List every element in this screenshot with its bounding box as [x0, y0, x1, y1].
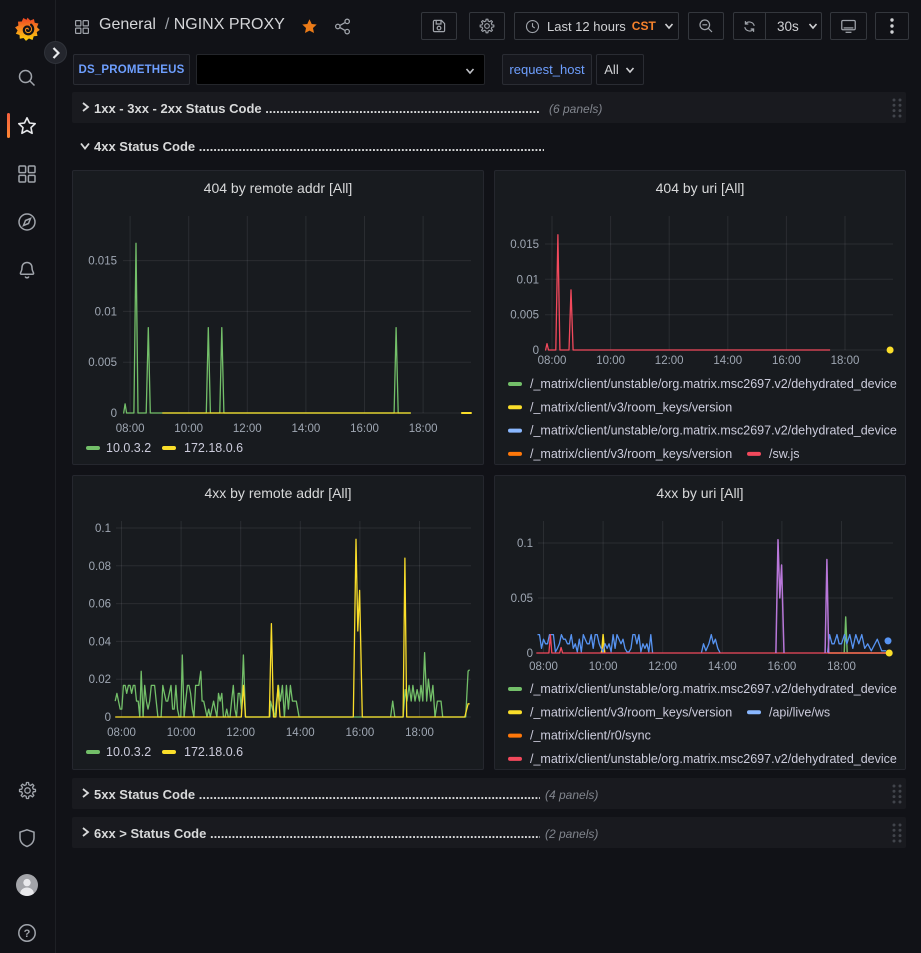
svg-text:0.08: 0.08	[89, 561, 111, 573]
svg-text:12:00: 12:00	[233, 423, 262, 435]
svg-text:/sw.js: /sw.js	[769, 447, 800, 461]
svg-text:0.01: 0.01	[517, 274, 539, 286]
svg-text:/_matrix/client/v3/room_keys/v: /_matrix/client/v3/room_keys/version	[530, 447, 732, 461]
svg-text:16:00: 16:00	[768, 661, 797, 673]
svg-text:0.02: 0.02	[89, 674, 111, 686]
svg-text:?: ?	[24, 928, 31, 940]
svg-text:12:00: 12:00	[648, 661, 677, 673]
svg-text:14:00: 14:00	[708, 661, 737, 673]
svg-text:12:00: 12:00	[226, 727, 255, 739]
svg-text:172.18.0.6: 172.18.0.6	[184, 441, 243, 455]
svg-text:4xx by remote addr [All]: 4xx by remote addr [All]	[204, 485, 351, 501]
svg-text:/_matrix/client/unstable/org.m: /_matrix/client/unstable/org.matrix.msc2…	[530, 377, 897, 391]
svg-text:/_matrix/client/r0/sync: /_matrix/client/r0/sync	[530, 729, 651, 743]
svg-text:0.015: 0.015	[88, 256, 117, 268]
svg-text:0.01: 0.01	[95, 306, 117, 318]
svg-text:0: 0	[105, 712, 111, 724]
svg-text:12:00: 12:00	[655, 355, 684, 367]
svg-text:4xx by uri [All]: 4xx by uri [All]	[656, 485, 743, 501]
svg-text:/_matrix/client/unstable/org.m: /_matrix/client/unstable/org.matrix.msc2…	[530, 682, 897, 696]
svg-text:10:00: 10:00	[174, 423, 203, 435]
svg-text:0.04: 0.04	[89, 636, 112, 648]
svg-text:10.0.3.2: 10.0.3.2	[106, 745, 151, 759]
svg-text:08:00: 08:00	[116, 423, 145, 435]
svg-text:/_matrix/client/v3/room_keys/v: /_matrix/client/v3/room_keys/version	[530, 400, 732, 414]
svg-text:10:00: 10:00	[596, 355, 625, 367]
svg-text:0.015: 0.015	[510, 239, 539, 251]
svg-text:/_matrix/client/v3/room_keys/v: /_matrix/client/v3/room_keys/version	[530, 705, 732, 719]
svg-text:404 by remote addr [All]: 404 by remote addr [All]	[204, 180, 353, 196]
svg-text:404 by uri [All]: 404 by uri [All]	[656, 180, 745, 196]
svg-text:/_matrix/client/unstable/org.m: /_matrix/client/unstable/org.matrix.msc2…	[530, 752, 897, 766]
svg-text:08:00: 08:00	[538, 355, 567, 367]
svg-text:14:00: 14:00	[286, 727, 315, 739]
svg-text:0.005: 0.005	[510, 310, 539, 322]
svg-text:18:00: 18:00	[405, 727, 434, 739]
svg-text:0.06: 0.06	[89, 599, 111, 611]
svg-text:0.05: 0.05	[511, 593, 533, 605]
svg-text:0.1: 0.1	[517, 538, 533, 550]
svg-text:18:00: 18:00	[827, 661, 856, 673]
svg-text:172.18.0.6: 172.18.0.6	[184, 745, 243, 759]
svg-text:14:00: 14:00	[292, 423, 321, 435]
svg-text:0: 0	[527, 648, 533, 660]
svg-text:16:00: 16:00	[346, 727, 375, 739]
svg-text:0.005: 0.005	[88, 357, 117, 369]
svg-text:18:00: 18:00	[409, 423, 438, 435]
svg-text:18:00: 18:00	[831, 355, 860, 367]
svg-text:0: 0	[111, 408, 117, 420]
svg-text:0.1: 0.1	[95, 523, 111, 535]
svg-text:10:00: 10:00	[167, 727, 196, 739]
svg-text:10:00: 10:00	[589, 661, 618, 673]
svg-text:/api/live/ws: /api/live/ws	[769, 705, 830, 719]
svg-text:08:00: 08:00	[529, 661, 558, 673]
svg-text:10.0.3.2: 10.0.3.2	[106, 441, 151, 455]
svg-text:08:00: 08:00	[107, 727, 136, 739]
svg-text:16:00: 16:00	[772, 355, 801, 367]
svg-text:16:00: 16:00	[350, 423, 379, 435]
svg-text:14:00: 14:00	[713, 355, 742, 367]
svg-text:/_matrix/client/unstable/org.m: /_matrix/client/unstable/org.matrix.msc2…	[530, 424, 897, 438]
